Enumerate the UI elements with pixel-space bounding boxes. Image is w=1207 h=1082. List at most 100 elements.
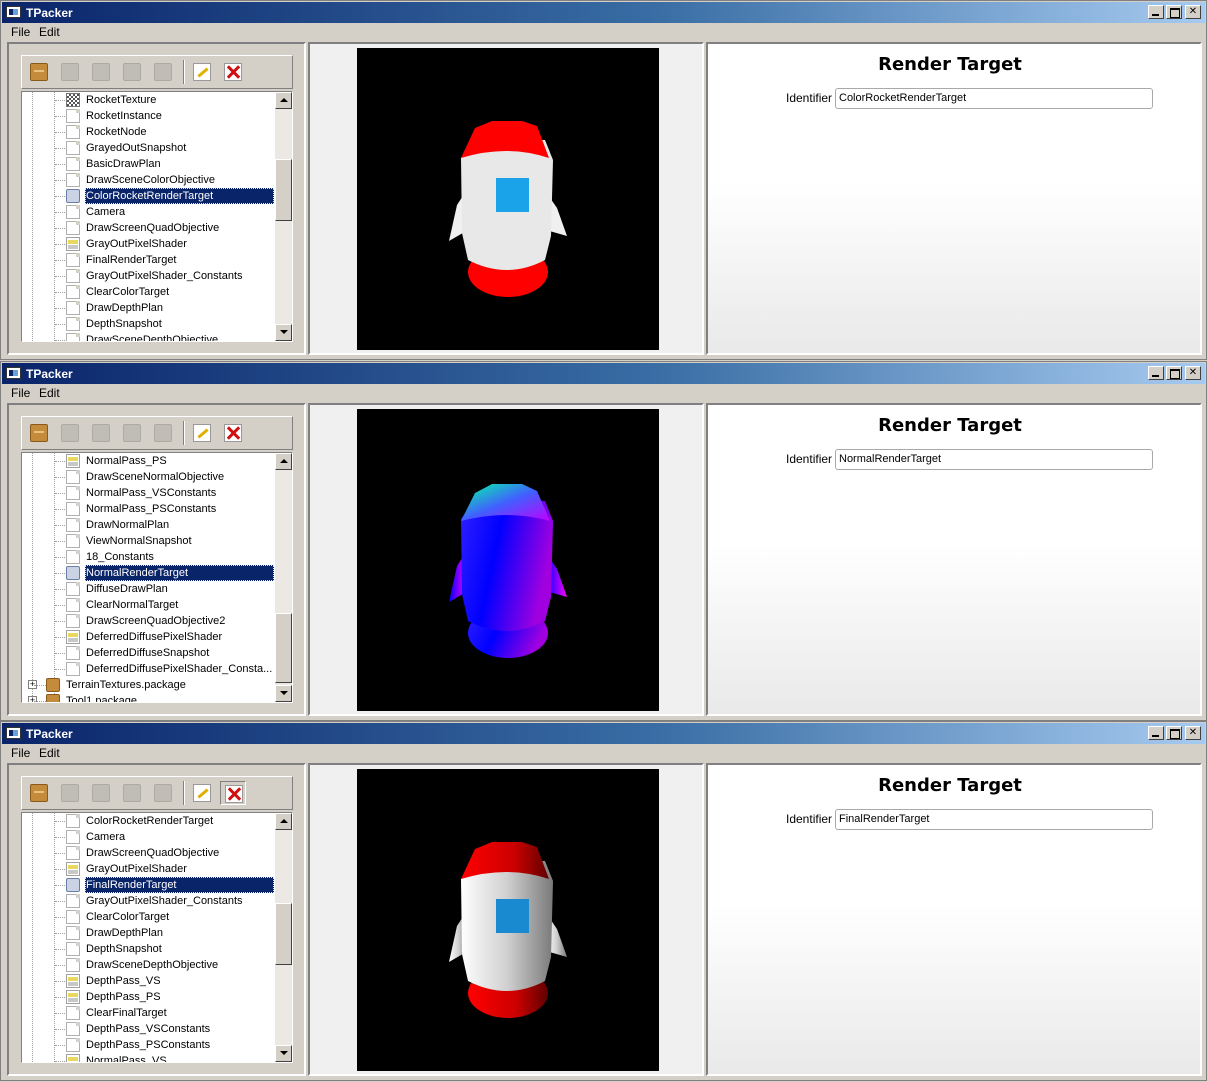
- tree-item[interactable]: DepthSnapshot: [22, 316, 274, 332]
- scroll-down-arrow[interactable]: [275, 685, 292, 702]
- tree-item[interactable]: ColorRocketRenderTarget: [22, 813, 274, 829]
- save-all-button[interactable]: [88, 60, 114, 84]
- tree-item[interactable]: DepthPass_VS: [22, 973, 274, 989]
- tree-package-item[interactable]: + Tool1.package: [22, 693, 274, 702]
- maximize-button[interactable]: [1166, 726, 1182, 740]
- rename-button[interactable]: [189, 781, 215, 805]
- close-button[interactable]: ✕: [1185, 366, 1201, 380]
- tree-item[interactable]: GrayOutPixelShader: [22, 861, 274, 877]
- tree-item[interactable]: DiffuseDrawPlan: [22, 581, 274, 597]
- tree-item[interactable]: Camera: [22, 829, 274, 845]
- tree-item[interactable]: DrawNormalPlan: [22, 517, 274, 533]
- tree-item[interactable]: NormalRenderTarget: [22, 565, 274, 581]
- tree-item[interactable]: Camera: [22, 204, 274, 220]
- close-button[interactable]: ✕: [1185, 726, 1201, 740]
- tree-item[interactable]: DrawSceneNormalObjective: [22, 469, 274, 485]
- tree-item[interactable]: DrawDepthPlan: [22, 300, 274, 316]
- tree-item[interactable]: NormalPass_PS: [22, 453, 274, 469]
- tree-item[interactable]: DepthPass_PS: [22, 989, 274, 1005]
- tree-item[interactable]: DrawDepthPlan: [22, 925, 274, 941]
- menu-file[interactable]: File: [11, 746, 30, 760]
- tree-item[interactable]: RocketTexture: [22, 92, 274, 108]
- tree-scrollbar[interactable]: [275, 813, 292, 1062]
- save-button[interactable]: [57, 60, 83, 84]
- tree-scrollbar[interactable]: [275, 92, 292, 341]
- tree-item[interactable]: NormalPass_VS: [22, 1053, 274, 1062]
- delete-button[interactable]: [220, 421, 246, 445]
- new-item-button[interactable]: [119, 781, 145, 805]
- tree-item[interactable]: GrayOutPixelShader: [22, 236, 274, 252]
- package-tree[interactable]: ColorRocketRenderTarget Camera DrawScreenQ…: [21, 812, 293, 1063]
- minimize-button[interactable]: [1148, 366, 1164, 380]
- scroll-thumb[interactable]: [275, 613, 292, 683]
- identifier-input[interactable]: ColorRocketRenderTarget: [835, 88, 1153, 109]
- tree-item[interactable]: ClearColorTarget: [22, 909, 274, 925]
- tree-item[interactable]: DrawScreenQuadObjective: [22, 845, 274, 861]
- tree-item[interactable]: DepthPass_PSConstants: [22, 1037, 274, 1053]
- identifier-input[interactable]: FinalRenderTarget: [835, 809, 1153, 830]
- tree-item[interactable]: GrayOutPixelShader_Constants: [22, 893, 274, 909]
- render-preview[interactable]: [357, 409, 659, 711]
- package-tree[interactable]: NormalPass_PS DrawSceneNormalObjective Nor…: [21, 452, 293, 703]
- scroll-down-arrow[interactable]: [275, 324, 292, 341]
- new-package-button[interactable]: [26, 60, 52, 84]
- tree-item[interactable]: 18_Constants: [22, 549, 274, 565]
- menu-edit[interactable]: Edit: [39, 746, 60, 760]
- delete-button[interactable]: [220, 60, 246, 84]
- save-button[interactable]: [57, 781, 83, 805]
- tree-item[interactable]: DeferredDiffusePixelShader: [22, 629, 274, 645]
- tree-item[interactable]: NormalPass_VSConstants: [22, 485, 274, 501]
- rename-button[interactable]: [189, 421, 215, 445]
- scroll-down-arrow[interactable]: [275, 1045, 292, 1062]
- render-preview[interactable]: [357, 48, 659, 350]
- new-package-button[interactable]: [26, 781, 52, 805]
- tree-item[interactable]: DepthSnapshot: [22, 941, 274, 957]
- new-item-button[interactable]: [119, 60, 145, 84]
- tree-item[interactable]: DeferredDiffuseSnapshot: [22, 645, 274, 661]
- tree-item[interactable]: RocketNode: [22, 124, 274, 140]
- save-all-button[interactable]: [88, 781, 114, 805]
- tree-item[interactable]: DrawScreenQuadObjective: [22, 220, 274, 236]
- tree-item[interactable]: ClearColorTarget: [22, 284, 274, 300]
- tree-item[interactable]: DrawSceneDepthObjective: [22, 957, 274, 973]
- save-all-button[interactable]: [88, 421, 114, 445]
- import-button[interactable]: [150, 60, 176, 84]
- title-bar[interactable]: TPacker ✕: [2, 2, 1205, 23]
- import-button[interactable]: [150, 781, 176, 805]
- tree-item[interactable]: DeferredDiffusePixelShader_Consta...: [22, 661, 274, 677]
- close-button[interactable]: ✕: [1185, 5, 1201, 19]
- tree-item[interactable]: DrawScreenQuadObjective2: [22, 613, 274, 629]
- import-button[interactable]: [150, 421, 176, 445]
- save-button[interactable]: [57, 421, 83, 445]
- tree-item[interactable]: ColorRocketRenderTarget: [22, 188, 274, 204]
- maximize-button[interactable]: [1166, 366, 1182, 380]
- tree-item[interactable]: DepthPass_VSConstants: [22, 1021, 274, 1037]
- menu-file[interactable]: File: [11, 386, 30, 400]
- scroll-up-arrow[interactable]: [275, 92, 292, 109]
- scroll-up-arrow[interactable]: [275, 453, 292, 470]
- minimize-button[interactable]: [1148, 726, 1164, 740]
- tree-item[interactable]: FinalRenderTarget: [22, 877, 274, 893]
- tree-item[interactable]: ClearFinalTarget: [22, 1005, 274, 1021]
- tree-item[interactable]: GrayOutPixelShader_Constants: [22, 268, 274, 284]
- minimize-button[interactable]: [1148, 5, 1164, 19]
- scroll-thumb[interactable]: [275, 159, 292, 221]
- title-bar[interactable]: TPacker ✕: [2, 363, 1205, 384]
- menu-file[interactable]: File: [11, 25, 30, 39]
- identifier-input[interactable]: NormalRenderTarget: [835, 449, 1153, 470]
- tree-item[interactable]: GrayedOutSnapshot: [22, 140, 274, 156]
- tree-item[interactable]: ViewNormalSnapshot: [22, 533, 274, 549]
- new-package-button[interactable]: [26, 421, 52, 445]
- scroll-up-arrow[interactable]: [275, 813, 292, 830]
- scroll-thumb[interactable]: [275, 903, 292, 965]
- menu-edit[interactable]: Edit: [39, 25, 60, 39]
- tree-package-item[interactable]: + TerrainTextures.package: [22, 677, 274, 693]
- tree-item[interactable]: DrawSceneColorObjective: [22, 172, 274, 188]
- maximize-button[interactable]: [1166, 5, 1182, 19]
- tree-item[interactable]: DrawSceneDepthObjective: [22, 332, 274, 341]
- render-preview[interactable]: [357, 769, 659, 1071]
- menu-edit[interactable]: Edit: [39, 386, 60, 400]
- new-item-button[interactable]: [119, 421, 145, 445]
- rename-button[interactable]: [189, 60, 215, 84]
- delete-button[interactable]: [220, 781, 246, 805]
